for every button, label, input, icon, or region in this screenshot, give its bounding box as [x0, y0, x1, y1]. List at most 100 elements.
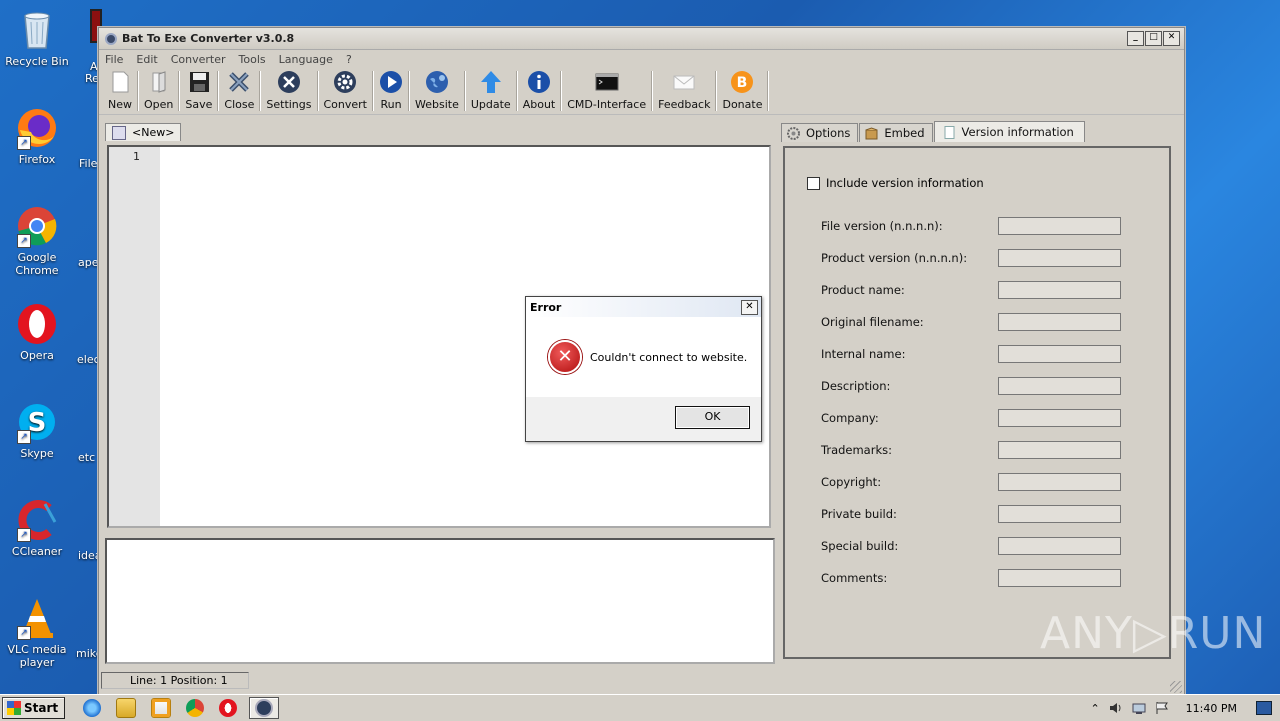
- tab-label: Options: [806, 126, 851, 140]
- save-button[interactable]: Save: [180, 68, 217, 112]
- field-label: Product name:: [821, 283, 905, 297]
- menu-converter[interactable]: Converter: [171, 53, 226, 66]
- menu-tools[interactable]: Tools: [239, 53, 266, 66]
- editor-tab-new[interactable]: <New>: [105, 123, 181, 141]
- field-row-trademarks: Trademarks:: [821, 440, 1121, 460]
- app-gear-icon: [255, 699, 274, 717]
- close-button[interactable]: Close: [219, 68, 259, 112]
- output-pane[interactable]: [105, 538, 775, 664]
- field-label: Original filename:: [821, 315, 924, 329]
- desktop-icon-ccleaner[interactable]: ↗ CCleaner: [0, 498, 74, 558]
- comments-input[interactable]: [998, 569, 1121, 587]
- recycle-bin-icon: [15, 8, 59, 52]
- menu-language[interactable]: Language: [279, 53, 333, 66]
- tab-options[interactable]: Options: [781, 123, 859, 142]
- dialog-title: Error: [530, 300, 562, 314]
- new-button[interactable]: New: [103, 68, 137, 112]
- new-file-icon: [108, 70, 132, 94]
- window-titlebar[interactable]: Bat To Exe Converter v3.0.8 _ □ ✕: [99, 28, 1184, 50]
- maximize-button[interactable]: □: [1145, 31, 1162, 46]
- about-button[interactable]: About: [518, 68, 561, 112]
- tab-label: Version information: [961, 125, 1074, 139]
- include-version-checkbox[interactable]: [807, 176, 820, 190]
- media-player-icon[interactable]: [151, 698, 172, 718]
- desktop-icon-firefox[interactable]: ↗ Firefox: [0, 106, 74, 166]
- ie-icon[interactable]: [83, 699, 102, 717]
- dialog-close-button[interactable]: ✕: [741, 299, 758, 315]
- file-explorer-icon[interactable]: [116, 698, 137, 718]
- line-number-gutter: 1: [109, 147, 160, 526]
- desktop-icon-label: Firefox: [18, 153, 56, 166]
- open-button[interactable]: Open: [139, 68, 178, 112]
- desktop-icon-label: Recycle Bin: [5, 55, 69, 68]
- include-version-label: Include version information: [826, 176, 984, 190]
- tray-expand-button[interactable]: ⌃: [1090, 702, 1099, 715]
- field-label: Comments:: [821, 571, 888, 585]
- close-window-button[interactable]: ✕: [1163, 31, 1180, 46]
- product-version-input[interactable]: [998, 249, 1121, 267]
- error-icon: ✕: [548, 340, 582, 374]
- chrome-taskbar-icon[interactable]: [186, 699, 205, 717]
- convert-button[interactable]: Convert: [319, 68, 373, 112]
- minimize-button[interactable]: _: [1127, 31, 1144, 46]
- clock[interactable]: 11:40 PM: [1186, 702, 1237, 715]
- partial-desktop-label: ape: [78, 256, 99, 269]
- donate-button[interactable]: B Donate: [717, 68, 767, 112]
- volume-icon[interactable]: [1109, 701, 1123, 715]
- feedback-button[interactable]: Feedback: [653, 68, 715, 112]
- start-button[interactable]: Start: [2, 697, 66, 719]
- field-row-file-version: File version (n.n.n.n):: [821, 216, 1121, 236]
- taskbar-bat-to-exe-button[interactable]: [249, 697, 280, 719]
- website-button[interactable]: Website: [410, 68, 464, 112]
- original-filename-input[interactable]: [998, 313, 1121, 331]
- toolbar-label: New: [108, 98, 132, 111]
- field-row-special-build: Special build:: [821, 536, 1121, 556]
- toolbar-label: Update: [470, 98, 511, 111]
- globe-icon: [425, 70, 449, 94]
- action-center-flag-icon[interactable]: [1155, 701, 1169, 715]
- special-build-input[interactable]: [998, 537, 1121, 555]
- menu-file[interactable]: File: [105, 53, 123, 66]
- run-button[interactable]: Run: [374, 68, 408, 112]
- ok-button[interactable]: OK: [675, 406, 750, 429]
- desktop-icon-chrome[interactable]: ↗ Google Chrome: [0, 204, 74, 277]
- dialog-titlebar[interactable]: Error ✕: [526, 297, 761, 317]
- field-label: Special build:: [821, 539, 899, 553]
- partial-desktop-label: Re: [85, 72, 99, 85]
- private-build-input[interactable]: [998, 505, 1121, 523]
- include-version-row[interactable]: Include version information: [807, 176, 984, 190]
- toolbar-label: Open: [144, 98, 174, 111]
- toolbar-label: Convert: [323, 98, 368, 111]
- mail-icon: [672, 70, 696, 94]
- description-input[interactable]: [998, 377, 1121, 395]
- file-version-input[interactable]: [998, 217, 1121, 235]
- dialog-body: ✕ Couldn't connect to website.: [526, 317, 761, 397]
- resize-grip-icon[interactable]: [1170, 681, 1182, 693]
- desktop-icon-recycle-bin[interactable]: Recycle Bin: [0, 8, 74, 68]
- trademarks-input[interactable]: [998, 441, 1121, 459]
- toolbar-label: Donate: [722, 98, 763, 111]
- settings-button[interactable]: Settings: [261, 68, 316, 112]
- show-desktop-icon[interactable]: [1256, 701, 1272, 715]
- vlc-cone-icon: ↗: [15, 596, 59, 640]
- company-input[interactable]: [998, 409, 1121, 427]
- save-icon: [187, 70, 211, 94]
- field-row-private-build: Private build:: [821, 504, 1121, 524]
- opera-taskbar-icon[interactable]: [219, 699, 238, 717]
- update-button[interactable]: Update: [466, 68, 516, 112]
- menu-help[interactable]: ?: [346, 53, 352, 66]
- toolbar-label: About: [522, 98, 556, 111]
- cmd-interface-button[interactable]: CMD-Interface: [562, 68, 651, 112]
- menu-edit[interactable]: Edit: [136, 53, 157, 66]
- network-icon[interactable]: [1132, 701, 1146, 715]
- internal-name-input[interactable]: [998, 345, 1121, 363]
- desktop-icon-skype[interactable]: S ↗ Skype: [0, 400, 74, 460]
- desktop-icon-vlc[interactable]: ↗ VLC media player: [0, 596, 74, 669]
- product-name-input[interactable]: [998, 281, 1121, 299]
- tab-embed[interactable]: Embed: [859, 123, 933, 142]
- tab-version-information[interactable]: Version information: [933, 121, 1085, 142]
- desktop-icon-opera[interactable]: Opera: [0, 302, 74, 362]
- copyright-input[interactable]: [998, 473, 1121, 491]
- shortcut-arrow-icon: ↗: [17, 234, 31, 248]
- shortcut-arrow-icon: ↗: [17, 626, 31, 640]
